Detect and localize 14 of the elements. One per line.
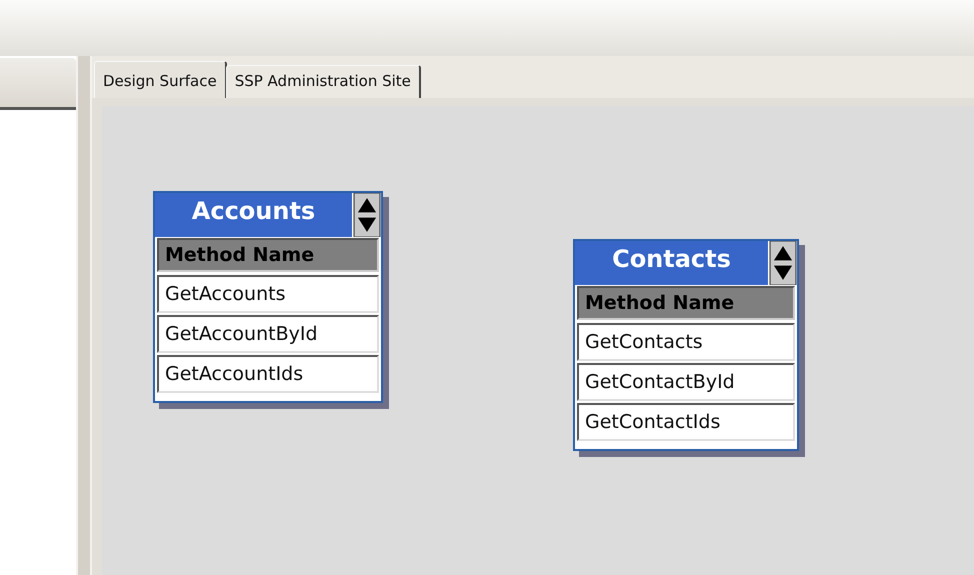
tab[interactable]: SSP Administration Site [226, 65, 421, 98]
column-header: Method Name [157, 238, 379, 272]
method-row[interactable]: GetAccountById [157, 315, 379, 353]
entity-title: Accounts [155, 193, 353, 237]
method-row[interactable]: GetContactIds [577, 403, 795, 441]
entity-title: Contacts [575, 241, 769, 285]
column-header: Method Name [577, 286, 795, 320]
method-row[interactable]: GetContacts [577, 323, 795, 361]
scroll-arrows-icon[interactable] [353, 193, 381, 237]
method-row[interactable]: GetContactById [577, 363, 795, 401]
scroll-arrows-icon[interactable] [769, 241, 797, 285]
method-row[interactable]: GetAccounts [157, 275, 379, 313]
tab[interactable]: Design Surface [94, 61, 227, 98]
method-row[interactable]: GetAccountIds [157, 355, 379, 393]
